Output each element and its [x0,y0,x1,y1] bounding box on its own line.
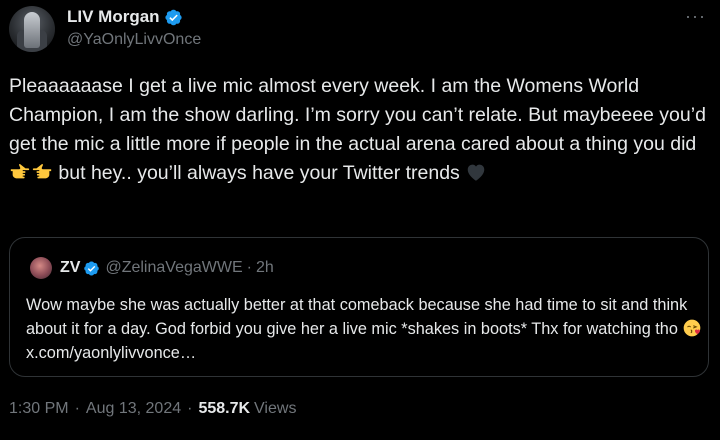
face-blowing-kiss-emoji [684,319,701,337]
pointing-left-emoji [32,164,52,179]
separator-dot: · [187,400,193,417]
quoted-tweet[interactable]: ZV @ZelinaVegaWWE · 2h Wow maybe she was… [9,237,709,377]
quoted-tweet-text: Wow maybe she was actually better at tha… [26,293,706,365]
quoted-author-display-name[interactable]: ZV [60,259,80,277]
tweet-text-part: but hey.. you’ll always have your Twitte… [53,162,466,184]
tweet-date[interactable]: Aug 13, 2024 [86,400,181,418]
separator-dot: · [246,259,252,276]
tweet-text: Pleaaaaaase I get a live mic almost ever… [9,72,709,188]
tweet-text-part: Pleaaaaaase I get a live mic almost ever… [9,75,706,155]
quoted-author-avatar[interactable] [30,257,52,279]
quoted-author-handle[interactable]: @ZelinaVegaWWE [105,259,242,277]
views-label: Views [254,400,297,417]
separator-dot: · [74,400,80,417]
verified-badge-icon [164,9,182,25]
more-options-icon[interactable]: ··· [685,6,706,27]
author-avatar[interactable] [9,6,55,52]
tweet-time[interactable]: 1:30 PM [9,400,69,418]
tweet-meta: 1:30 PM · Aug 13, 2024 · 558.7K Views [9,400,296,418]
quoted-tweet-body: Wow maybe she was actually better at tha… [26,296,688,338]
views-count: 558.7K [198,400,251,417]
author-display-name[interactable]: LIV Morgan [67,7,160,27]
quoted-tweet-time[interactable]: 2h [256,259,274,277]
black-heart-emoji [467,164,485,181]
verified-badge-icon [84,261,100,275]
pointing-right-emoji [10,164,30,179]
author-header: LIV Morgan @YaOnlyLivvOnce [67,5,201,49]
quoted-tweet-header: ZV @ZelinaVegaWWE · 2h [60,256,274,280]
quoted-tweet-link[interactable]: x.com/yaonlylivvonce… [26,344,196,362]
author-handle[interactable]: @YaOnlyLivvOnce [67,31,201,49]
